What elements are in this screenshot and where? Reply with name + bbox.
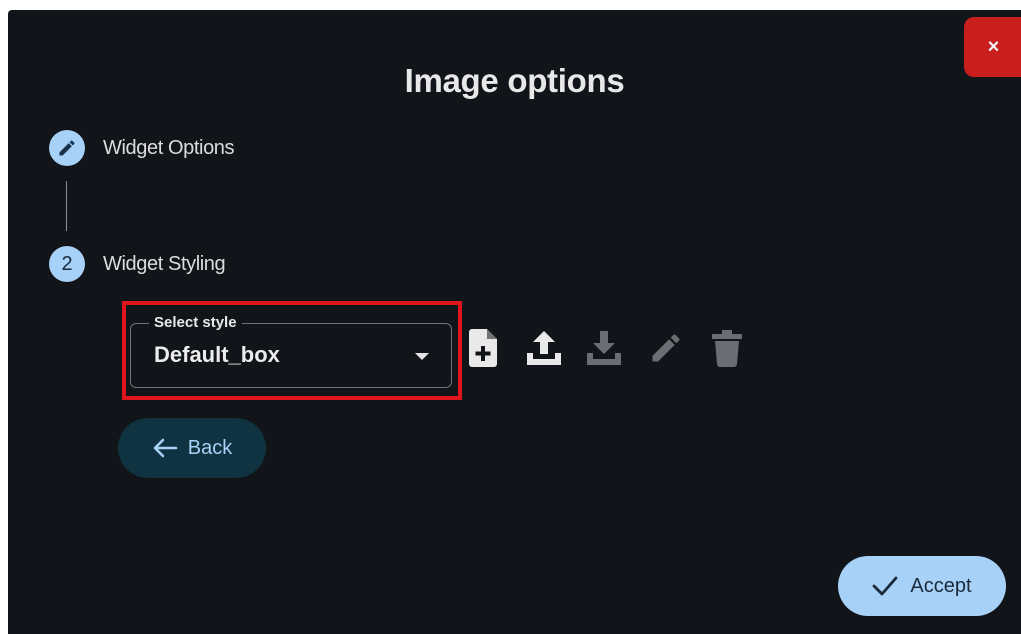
delete-icon	[712, 330, 742, 367]
step-1-label[interactable]: Widget Options	[103, 137, 235, 160]
edit-icon	[652, 334, 680, 362]
download-icon	[587, 331, 621, 365]
new-file-icon	[469, 329, 497, 367]
step-1-indicator[interactable]	[49, 130, 85, 166]
close-button[interactable]: ×	[964, 17, 1021, 77]
pencil-icon	[59, 140, 75, 156]
upload-icon	[527, 331, 561, 365]
download-style-button[interactable]	[584, 326, 624, 370]
style-select-value: Default_box	[154, 342, 280, 367]
image-options-dialog: Image options Widget Options 2 Widget St…	[8, 10, 1021, 634]
dropdown-arrow-icon	[415, 353, 429, 360]
style-select-label: Select style	[149, 314, 242, 331]
accept-button[interactable]: Accept	[838, 556, 1006, 616]
edit-style-button[interactable]	[646, 326, 686, 370]
step-connector	[66, 181, 67, 231]
dialog-title: Image options	[404, 62, 625, 99]
arrow-left-icon	[153, 438, 178, 458]
step-2-label[interactable]: Widget Styling	[103, 253, 226, 276]
back-button[interactable]: Back	[118, 418, 266, 478]
delete-style-button[interactable]	[707, 326, 747, 370]
style-select[interactable]: Select style Default_box	[130, 314, 452, 388]
new-style-button[interactable]	[463, 326, 503, 370]
upload-style-button[interactable]	[524, 326, 564, 370]
back-button-label: Back	[187, 436, 233, 459]
step-2-indicator[interactable]: 2	[49, 246, 85, 282]
checkmark-icon	[873, 576, 898, 596]
close-icon: ×	[987, 35, 1000, 58]
accept-button-label: Accept	[910, 574, 972, 597]
